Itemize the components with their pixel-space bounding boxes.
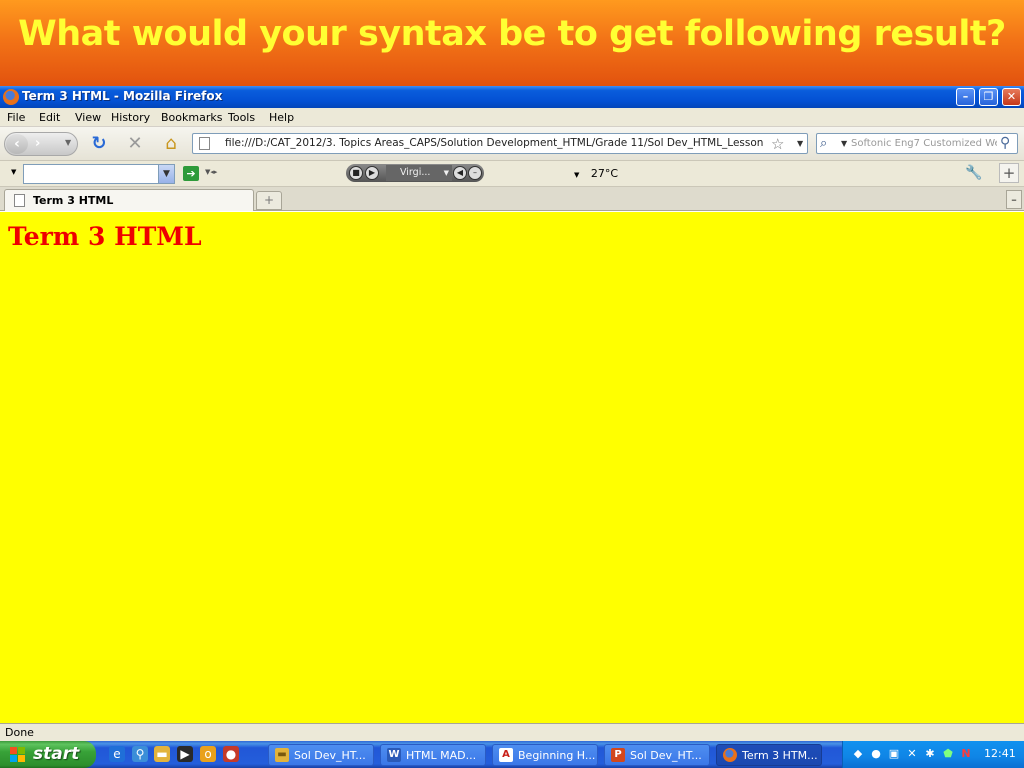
page-heading: Term 3 HTML: [8, 222, 202, 251]
station-select[interactable]: Virgi... ▼: [386, 165, 452, 181]
weather-widget[interactable]: ▼ 27°C: [574, 167, 618, 180]
home-icon[interactable]: ⌂: [161, 134, 181, 154]
search-engine-icon[interactable]: ⌕: [820, 136, 827, 151]
window-title: Term 3 HTML - Mozilla Firefox: [22, 89, 223, 103]
taskbar-task[interactable]: ▬ Sol Dev_HT...: [268, 744, 374, 766]
safely-remove-icon[interactable]: ✕: [905, 747, 919, 761]
stop-icon[interactable]: ✕: [125, 134, 145, 154]
volume-icon[interactable]: ◀: [453, 166, 467, 180]
task-label: HTML MAD...: [406, 749, 477, 762]
taskbar-task[interactable]: P Sol Dev_HT...: [604, 744, 710, 766]
taskbar-task-active[interactable]: Term 3 HTM...: [716, 744, 822, 766]
window-title-bar[interactable]: Term 3 HTML - Mozilla Firefox – ❐ ✕: [0, 86, 1024, 108]
close-button[interactable]: ✕: [1002, 88, 1021, 106]
wrench-icon[interactable]: 🔧: [965, 165, 982, 181]
tab-list-button[interactable]: –: [1006, 190, 1022, 209]
task-label: Sol Dev_HT...: [294, 749, 366, 762]
folder-icon: ▬: [275, 748, 289, 762]
folder-icon[interactable]: ▬: [154, 746, 170, 762]
add-icon[interactable]: +: [999, 163, 1019, 183]
back-button[interactable]: ‹: [6, 134, 28, 154]
url-bar[interactable]: file:///D:/CAT_2012/3. Topics Areas_CAPS…: [192, 133, 808, 154]
word-icon: W: [387, 748, 401, 762]
search-input[interactable]: Softonic Eng7 Customized We: [851, 138, 997, 149]
menu-history[interactable]: History: [111, 111, 150, 124]
menu-bookmarks[interactable]: Bookmarks: [161, 111, 222, 124]
firefox-icon: [723, 748, 737, 762]
taskbar-task[interactable]: W HTML MAD...: [380, 744, 486, 766]
restore-button[interactable]: ❐: [979, 88, 998, 106]
taskbar-task[interactable]: A Beginning H...: [492, 744, 598, 766]
toolbar-go-icon[interactable]: ➔: [183, 166, 199, 181]
history-dropdown-icon[interactable]: ▼: [65, 138, 71, 147]
back-forward-group: ‹ › ▼: [4, 132, 78, 156]
dropbox-icon[interactable]: ◆: [851, 747, 865, 761]
menu-help[interactable]: Help: [269, 111, 294, 124]
outlook-icon[interactable]: o: [200, 746, 216, 762]
pdf-icon: A: [499, 748, 513, 762]
app-launcher-icon[interactable]: ●: [223, 746, 239, 762]
tab-label: Term 3 HTML: [33, 194, 114, 207]
menu-file[interactable]: File: [7, 111, 25, 124]
menu-bar: File Edit View History Bookmarks Tools H…: [0, 108, 1024, 127]
custom-toolbar: ▼ ▼ ➔ ▼◂▸ 🔧 +: [0, 161, 1024, 187]
windows-taskbar: start e ⚲ ▬ ▶ o ● ▬ Sol Dev_HT... W HTML…: [0, 741, 1024, 768]
powerpoint-icon: P: [611, 748, 625, 762]
weather-dropdown-icon[interactable]: ▼: [574, 171, 579, 179]
station-label: Virgi...: [400, 167, 431, 178]
menu-edit[interactable]: Edit: [39, 111, 60, 124]
minimize-button[interactable]: –: [956, 88, 975, 106]
slide-question: What would your syntax be to get followi…: [18, 14, 1006, 54]
url-text[interactable]: file:///D:/CAT_2012/3. Topics Areas_CAPS…: [225, 137, 765, 149]
slide-banner: What would your syntax be to get followi…: [0, 0, 1024, 86]
page-icon: [14, 194, 25, 207]
menu-view[interactable]: View: [75, 111, 101, 124]
tray-tools-icon[interactable]: ✱: [923, 747, 937, 761]
clock: 12:41: [984, 747, 1016, 760]
task-label: Beginning H...: [518, 749, 596, 762]
norton-icon[interactable]: N: [959, 747, 973, 761]
media-player: ■ ▶ Virgi... ▼ ◀ –: [346, 164, 484, 182]
toolbar-menu-icon[interactable]: ▼: [11, 168, 16, 176]
player-menu-icon[interactable]: –: [468, 166, 482, 180]
menu-tools[interactable]: Tools: [228, 111, 255, 124]
reload-icon[interactable]: ↻: [89, 134, 109, 154]
search-engine-dropdown-icon[interactable]: ▼: [841, 139, 847, 148]
media-player-icon[interactable]: ▶: [177, 746, 193, 762]
start-button[interactable]: start: [0, 741, 96, 768]
station-dropdown-icon[interactable]: ▼: [444, 165, 449, 181]
weather-temperature: 27°C: [590, 167, 619, 180]
start-label: start: [33, 744, 80, 764]
system-tray: ◆ ● ▣ ✕ ✱ ⬟ N 12:41: [842, 741, 1024, 768]
bookmark-star-icon[interactable]: ☆: [771, 135, 784, 153]
status-text: Done: [5, 726, 34, 739]
play-icon[interactable]: ▶: [365, 166, 379, 180]
forward-button[interactable]: ›: [35, 136, 40, 151]
status-bar: Done: [0, 723, 1024, 741]
page-content: Term 3 HTML: [0, 212, 1024, 723]
chevron-down-icon[interactable]: ▼: [158, 165, 174, 183]
firefox-icon: [3, 89, 19, 105]
network-icon[interactable]: ▣: [887, 747, 901, 761]
url-dropdown-icon[interactable]: ▼: [797, 139, 803, 148]
internet-explorer-icon[interactable]: e: [109, 746, 125, 762]
windows-logo-icon: [10, 747, 26, 763]
shield-icon[interactable]: ⬟: [941, 747, 955, 761]
page-icon: [199, 137, 210, 150]
task-label: Term 3 HTM...: [742, 749, 818, 762]
tab-term-3-html[interactable]: Term 3 HTML: [4, 189, 254, 211]
tab-strip: Term 3 HTML + –: [0, 187, 1024, 211]
toolbar-options-icon[interactable]: ▼◂▸: [205, 168, 217, 176]
stop-media-icon[interactable]: ■: [349, 166, 363, 180]
search-icon[interactable]: ⚲: [132, 746, 148, 762]
search-box[interactable]: ⌕ ▼ Softonic Eng7 Customized We ⚲: [816, 133, 1018, 154]
toolbar-search-select[interactable]: ▼: [23, 164, 175, 184]
search-go-icon[interactable]: ⚲: [1000, 135, 1010, 151]
new-tab-button[interactable]: +: [256, 191, 282, 210]
task-label: Sol Dev_HT...: [630, 749, 702, 762]
tray-circle-icon[interactable]: ●: [869, 747, 883, 761]
